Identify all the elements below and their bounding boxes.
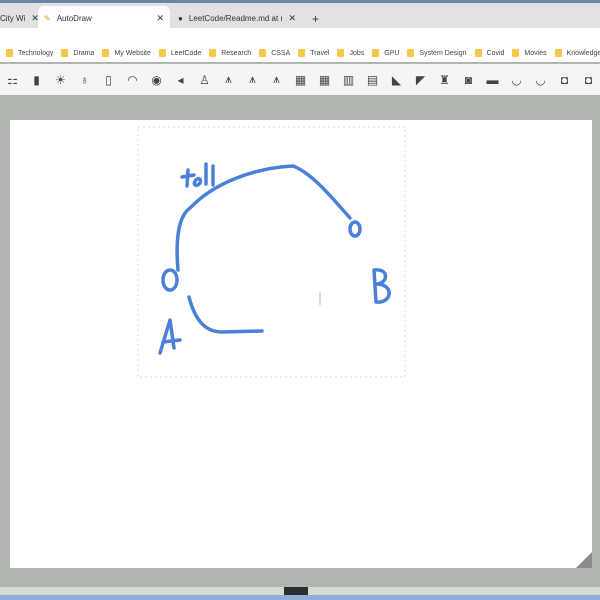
building-2-icon[interactable]: ▦ bbox=[316, 73, 333, 87]
bulb-on-icon[interactable]: ☀ bbox=[52, 73, 69, 87]
cfl-bulb-icon[interactable]: ▯ bbox=[100, 73, 117, 87]
taskbar-edge bbox=[0, 595, 600, 600]
bookmark-label: Covid bbox=[486, 49, 505, 57]
suggestion-bar: ⚏ ▮ ☀ ♁ ▯ ◠ ◉ ◂ ♙ ⩚ ⩚ ⩚ ▦ ▦ ▥ ▤ ◣ ◤ ♜ ◙ ▬ ◡ ◡ ◘ ◘ bbox=[0, 64, 600, 95]
bookmark-drama[interactable]: Drama bbox=[61, 49, 94, 57]
drawing-canvas[interactable] bbox=[10, 120, 592, 568]
resize-corner[interactable] bbox=[576, 552, 592, 568]
close-icon[interactable]: ✕ bbox=[288, 13, 296, 24]
folder-icon bbox=[474, 49, 482, 57]
bookmark-label: Movies bbox=[524, 49, 547, 57]
folder-icon bbox=[102, 49, 110, 57]
bookmark-label: CSSA bbox=[271, 49, 291, 57]
bookmark-leetcode[interactable]: LeetCode bbox=[158, 49, 202, 57]
race-car-icon[interactable]: ▬ bbox=[484, 73, 501, 87]
car-3-icon[interactable]: ◘ bbox=[556, 73, 573, 87]
wifi-icon[interactable]: ◠ bbox=[124, 73, 141, 87]
folder-icon bbox=[337, 49, 345, 57]
letter-a bbox=[158, 318, 182, 355]
folder-icon bbox=[61, 49, 69, 57]
bookmark-label: LeetCode bbox=[170, 49, 202, 57]
car-outline-icon[interactable]: ◡ bbox=[508, 73, 525, 87]
letter-toll bbox=[180, 162, 215, 188]
tab-bar: City Wi ✕ ✎ AutoDraw ✕ ● LeetCode/Readme.md … bbox=[0, 0, 600, 31]
folder-icon bbox=[512, 49, 520, 57]
buildings-icon[interactable]: ▤ bbox=[364, 73, 381, 87]
tab-label: LeetCode/Readme.md at maste bbox=[188, 14, 283, 23]
traffic-light-icon[interactable]: ⚏ bbox=[4, 73, 21, 87]
close-icon[interactable]: ✕ bbox=[156, 13, 164, 24]
bookmark-travel[interactable]: Travel bbox=[298, 49, 329, 57]
kiosk-icon[interactable]: ▥ bbox=[340, 73, 357, 87]
folder-icon bbox=[407, 49, 415, 57]
circle-a bbox=[161, 268, 179, 292]
eiffel-3-icon[interactable]: ⩚ bbox=[268, 72, 285, 87]
bookmark-label: My Website bbox=[114, 49, 151, 57]
car-2-icon[interactable]: ◡ bbox=[532, 73, 549, 87]
folder-icon bbox=[158, 49, 166, 57]
bookmark-cssa[interactable]: CSSA bbox=[259, 49, 290, 57]
letter-b bbox=[372, 268, 391, 304]
tractor-icon[interactable]: ◙ bbox=[460, 73, 477, 87]
folder-icon bbox=[209, 49, 217, 57]
bookmark-label: GPU bbox=[384, 49, 400, 57]
bookmarks-bar: Technology Drama My Website LeetCode Researc… bbox=[0, 44, 600, 62]
bookmark-gpu[interactable]: GPU bbox=[372, 49, 399, 57]
bookmark-jobs[interactable]: Jobs bbox=[337, 49, 364, 57]
bookmark-label: Technology bbox=[18, 49, 54, 57]
eiffel-2-icon[interactable]: ⩚ bbox=[244, 72, 261, 87]
bulb-icon[interactable]: ♁ bbox=[76, 73, 93, 87]
folder-icon bbox=[259, 49, 267, 57]
drawing bbox=[137, 126, 406, 378]
bookmark-label: Drama bbox=[73, 49, 95, 57]
folder-icon bbox=[554, 49, 562, 57]
bookmark-label: Knowledge bbox=[566, 49, 600, 57]
eiffel-1-icon[interactable]: ⩚ bbox=[220, 72, 237, 87]
lower-curve bbox=[187, 295, 264, 334]
arc-stroke bbox=[175, 164, 352, 272]
eye-icon[interactable]: ◉ bbox=[148, 73, 165, 87]
bulldozer-icon[interactable]: ◣ bbox=[388, 73, 405, 87]
bookmark-label: Travel bbox=[310, 49, 330, 57]
folder-icon bbox=[6, 49, 13, 57]
tab-label: City Wi bbox=[0, 14, 26, 23]
bookmark-technology[interactable]: Technology bbox=[6, 49, 53, 57]
building-1-icon[interactable]: ▦ bbox=[292, 73, 309, 87]
folder-icon bbox=[298, 49, 306, 57]
bookmark-knowledge[interactable]: Knowledge bbox=[554, 49, 600, 57]
lamp-icon[interactable]: ▮ bbox=[28, 73, 45, 87]
car-4-icon[interactable]: ◘ bbox=[580, 73, 597, 87]
circle-b-top bbox=[348, 220, 362, 238]
github-icon: ● bbox=[178, 14, 183, 23]
speaker-icon[interactable]: ◂ bbox=[172, 73, 189, 87]
excavator-icon[interactable]: ◤ bbox=[412, 73, 429, 87]
autodraw-icon: ✎ bbox=[44, 14, 51, 23]
bookmark-system-design[interactable]: System Design bbox=[407, 49, 467, 57]
address-bar[interactable] bbox=[0, 28, 600, 44]
bookmark-movies[interactable]: Movies bbox=[512, 49, 547, 57]
bookmark-research[interactable]: Research bbox=[209, 49, 251, 57]
tab-label: AutoDraw bbox=[56, 14, 92, 23]
folder-icon bbox=[372, 49, 380, 57]
bookmark-my-website[interactable]: My Website bbox=[102, 49, 151, 57]
bookmark-covid[interactable]: Covid bbox=[474, 49, 505, 57]
statue-icon[interactable]: ♙ bbox=[196, 73, 213, 87]
bookmark-label: Jobs bbox=[349, 49, 365, 57]
bookmark-label: Research bbox=[221, 49, 252, 57]
robot-icon[interactable]: ♜ bbox=[436, 73, 453, 87]
bookmark-label: System Design bbox=[419, 49, 467, 57]
